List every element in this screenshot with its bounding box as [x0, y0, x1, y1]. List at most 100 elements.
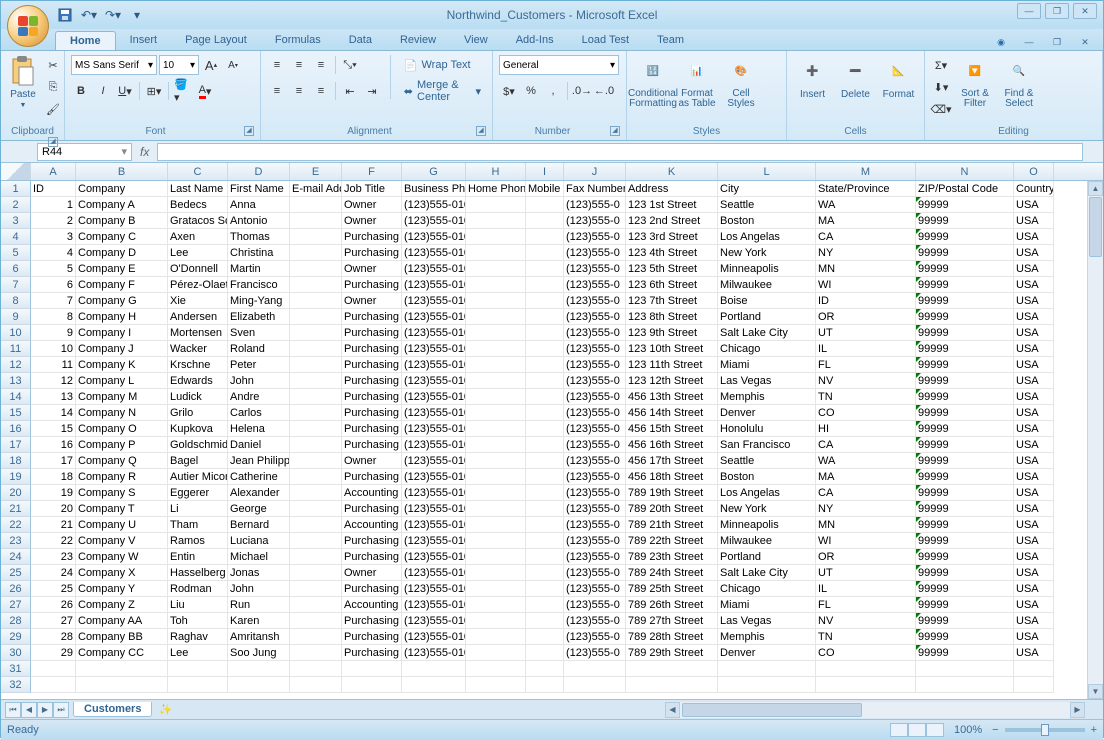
- zoom-slider[interactable]: [1005, 728, 1085, 732]
- cell[interactable]: [466, 437, 526, 453]
- cell[interactable]: USA: [1014, 469, 1054, 485]
- cell[interactable]: Accounting: [342, 517, 402, 533]
- font-size-dropdown[interactable]: 10▾: [159, 55, 199, 75]
- redo-icon[interactable]: ↷▾: [105, 7, 121, 23]
- cell[interactable]: (123)555-0100: [402, 309, 466, 325]
- border-icon[interactable]: ⊞▾: [144, 81, 164, 101]
- cell[interactable]: (123)555-0100: [402, 421, 466, 437]
- row-head[interactable]: 14: [1, 389, 31, 405]
- cell[interactable]: 123 4th Street: [626, 245, 718, 261]
- cell[interactable]: Purchasing Rep: [342, 613, 402, 629]
- cell[interactable]: USA: [1014, 453, 1054, 469]
- cell[interactable]: CA: [816, 437, 916, 453]
- cell[interactable]: [466, 309, 526, 325]
- cell[interactable]: [526, 613, 564, 629]
- cell[interactable]: [466, 229, 526, 245]
- col-head-D[interactable]: D: [228, 163, 290, 180]
- cell[interactable]: [290, 581, 342, 597]
- row-head[interactable]: 30: [1, 645, 31, 661]
- cell[interactable]: USA: [1014, 565, 1054, 581]
- cell[interactable]: 99999: [916, 405, 1014, 421]
- cell[interactable]: (123)555-0: [564, 373, 626, 389]
- cell[interactable]: OR: [816, 309, 916, 325]
- cell[interactable]: Company Z: [76, 597, 168, 613]
- cell[interactable]: 99999: [916, 597, 1014, 613]
- cell[interactable]: Company X: [76, 565, 168, 581]
- cell[interactable]: Rodman: [168, 581, 228, 597]
- cell[interactable]: 7: [31, 293, 76, 309]
- cell[interactable]: Company BB: [76, 629, 168, 645]
- cell[interactable]: USA: [1014, 229, 1054, 245]
- cell[interactable]: [466, 453, 526, 469]
- cell[interactable]: [916, 661, 1014, 677]
- cell[interactable]: [526, 677, 564, 693]
- new-sheet-icon[interactable]: ✨: [156, 703, 174, 717]
- cell[interactable]: 123 3rd Street: [626, 229, 718, 245]
- cell[interactable]: Lee: [168, 645, 228, 661]
- cell[interactable]: [466, 421, 526, 437]
- cell[interactable]: Michael: [228, 549, 290, 565]
- cell[interactable]: MA: [816, 469, 916, 485]
- undo-icon[interactable]: ↶▾: [81, 7, 97, 23]
- find-select-button[interactable]: 🔍Find & Select: [999, 55, 1039, 109]
- cell[interactable]: 789 28th Street: [626, 629, 718, 645]
- cell[interactable]: 123 9th Street: [626, 325, 718, 341]
- row-head[interactable]: 15: [1, 405, 31, 421]
- cell[interactable]: USA: [1014, 213, 1054, 229]
- cell[interactable]: Catherine: [228, 469, 290, 485]
- cell[interactable]: Purchasing Rep: [342, 549, 402, 565]
- col-head-H[interactable]: H: [466, 163, 526, 180]
- cell[interactable]: [466, 245, 526, 261]
- cell[interactable]: [466, 405, 526, 421]
- cell[interactable]: WI: [816, 533, 916, 549]
- cell[interactable]: [466, 533, 526, 549]
- align-bottom-icon[interactable]: ≡: [311, 55, 331, 75]
- font-launcher[interactable]: ◢: [244, 126, 254, 136]
- cell[interactable]: [466, 213, 526, 229]
- cell[interactable]: Company M: [76, 389, 168, 405]
- cell[interactable]: (123)555-0: [564, 645, 626, 661]
- cell[interactable]: [526, 549, 564, 565]
- cell[interactable]: [526, 213, 564, 229]
- cell[interactable]: UT: [816, 325, 916, 341]
- cell[interactable]: IL: [816, 341, 916, 357]
- save-icon[interactable]: [57, 7, 73, 23]
- format-cells-button[interactable]: 📐Format: [879, 55, 918, 100]
- page-layout-view-icon[interactable]: [908, 723, 926, 737]
- hscroll-left-icon[interactable]: ◀: [665, 702, 680, 718]
- sheet-nav-first-icon[interactable]: ⏮: [5, 702, 21, 718]
- cell[interactable]: [526, 469, 564, 485]
- cell[interactable]: Bagel: [168, 453, 228, 469]
- cell[interactable]: 99999: [916, 613, 1014, 629]
- cell[interactable]: [466, 357, 526, 373]
- cell[interactable]: [466, 677, 526, 693]
- cell[interactable]: Boise: [718, 293, 816, 309]
- number-format-dropdown[interactable]: General▾: [499, 55, 619, 75]
- sheet-nav-last-icon[interactable]: ⏭: [53, 702, 69, 718]
- cell[interactable]: 456 16th Street: [626, 437, 718, 453]
- bold-button[interactable]: B: [71, 81, 91, 101]
- tab-team[interactable]: Team: [643, 31, 698, 50]
- cell[interactable]: CA: [816, 485, 916, 501]
- cell[interactable]: (123)555-0: [564, 581, 626, 597]
- align-middle-icon[interactable]: ≡: [289, 55, 309, 75]
- cell[interactable]: Grilo: [168, 405, 228, 421]
- cell[interactable]: [466, 661, 526, 677]
- row-head[interactable]: 25: [1, 565, 31, 581]
- cell[interactable]: 15: [31, 421, 76, 437]
- cell[interactable]: (123)555-0: [564, 613, 626, 629]
- cell[interactable]: Tham: [168, 517, 228, 533]
- cell[interactable]: [290, 197, 342, 213]
- cell[interactable]: 5: [31, 261, 76, 277]
- cell[interactable]: [466, 501, 526, 517]
- cell[interactable]: Portland: [718, 549, 816, 565]
- cell[interactable]: Purchasing Rep: [342, 629, 402, 645]
- cell[interactable]: USA: [1014, 613, 1054, 629]
- cell[interactable]: 99999: [916, 197, 1014, 213]
- cell[interactable]: [31, 677, 76, 693]
- paste-button[interactable]: Paste▼: [7, 55, 39, 109]
- cell[interactable]: (123)555-0100: [402, 501, 466, 517]
- cell[interactable]: Los Angelas: [718, 229, 816, 245]
- cell[interactable]: 8: [31, 309, 76, 325]
- cell[interactable]: (123)555-0100: [402, 245, 466, 261]
